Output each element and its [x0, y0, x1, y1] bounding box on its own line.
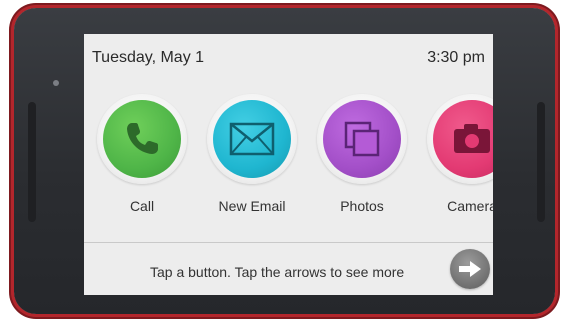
app-call-ring: [97, 94, 187, 184]
screen: Tuesday, May 1 3:30 pm Call New Email Ph…: [84, 34, 493, 295]
app-camera-label: Camera: [447, 198, 493, 214]
arrow-right-icon: [459, 261, 481, 277]
date-label: Tuesday, May 1: [92, 49, 205, 66]
front-camera-dot: [53, 80, 59, 86]
hint-text: Tap a button. Tap the arrows to see more: [150, 264, 405, 280]
envelope-icon: [229, 122, 275, 156]
side-button-left: [28, 102, 36, 222]
camera-icon: [454, 124, 490, 153]
app-photos-label: Photos: [340, 198, 384, 214]
next-page-button[interactable]: [450, 249, 490, 289]
phone-icon: [127, 123, 158, 154]
status-bar: Tuesday, May 1 3:30 pm: [84, 34, 493, 80]
app-photos[interactable]: Photos: [312, 94, 412, 224]
app-photos-ring: [317, 94, 407, 184]
app-camera-circle: [433, 100, 493, 178]
app-call-label: Call: [129, 198, 155, 214]
app-new-email-circle: [213, 100, 291, 178]
app-grid: Call New Email Photos Camera: [84, 94, 493, 234]
app-call-circle: [103, 100, 181, 178]
time-label: 3:30 pm: [427, 49, 485, 66]
app-new-email[interactable]: New Email: [202, 94, 302, 224]
app-new-email-ring: [207, 94, 297, 184]
app-camera[interactable]: Camera: [422, 94, 493, 224]
photos-icon: [344, 121, 380, 157]
app-call[interactable]: Call: [92, 94, 192, 224]
app-photos-circle: [323, 100, 401, 178]
side-button-right: [537, 102, 545, 222]
app-camera-ring: [427, 94, 493, 184]
tablet-device: Tuesday, May 1 3:30 pm Call New Email Ph…: [14, 8, 555, 314]
app-new-email-label: New Email: [218, 198, 286, 214]
footer-divider: [84, 242, 493, 243]
